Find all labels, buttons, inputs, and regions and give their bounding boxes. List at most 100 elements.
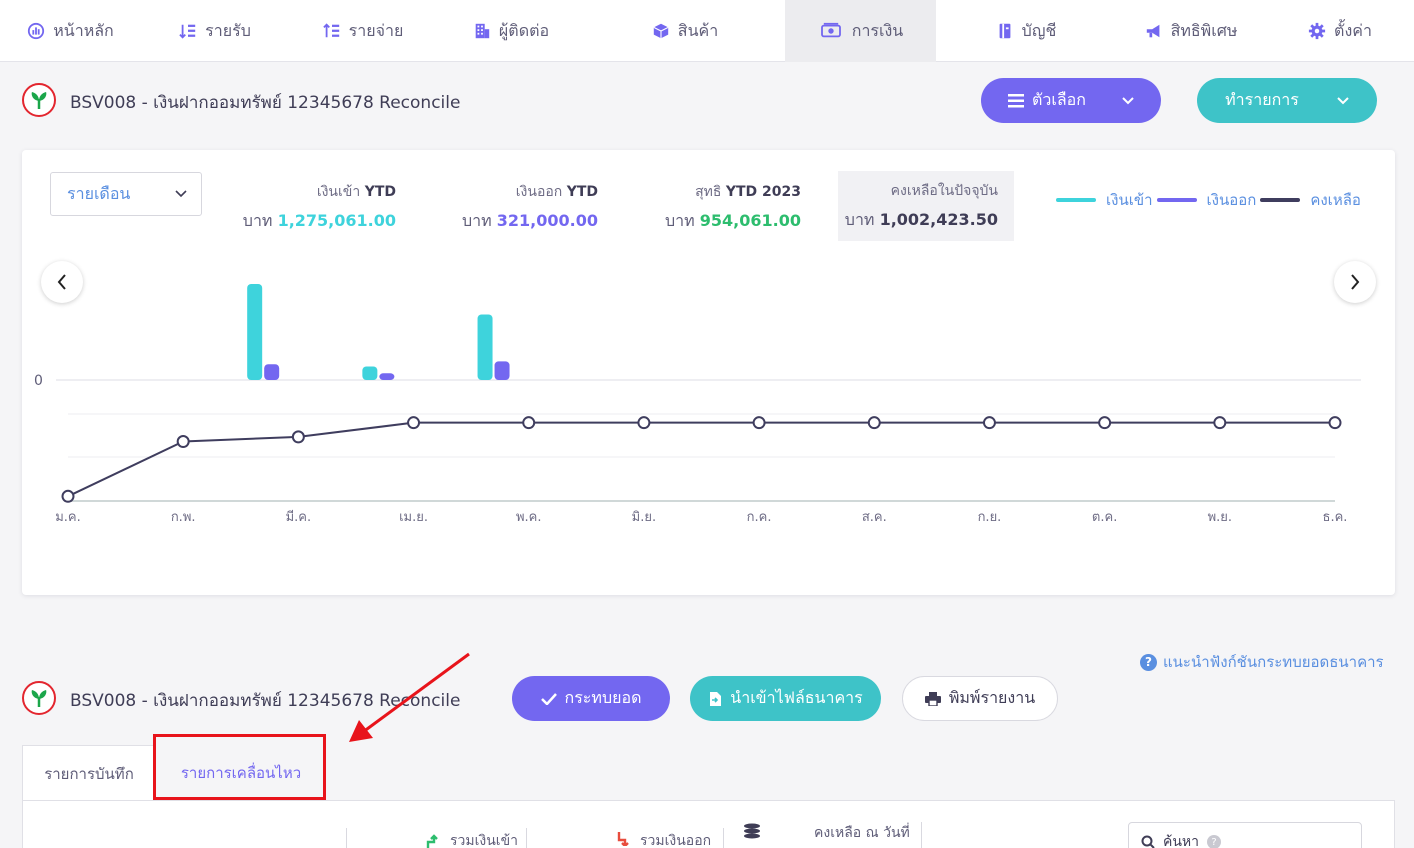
chart-prev-button[interactable]: [41, 261, 83, 303]
nav-label: ผู้ติดต่อ: [498, 20, 550, 40]
options-label: ตัวเลือก: [1032, 90, 1086, 109]
x-tick-label: ก.ค.: [747, 510, 772, 525]
top-navigation: หน้าหลัก รายรับ รายจ่าย ผู้ติดต่อ สินค้า…: [0, 0, 1414, 62]
kbank-leaf-icon: [31, 690, 47, 707]
megaphone-icon: [1146, 24, 1159, 38]
import-bank-file-button[interactable]: นำเข้าไฟล์ธนาคาร: [690, 676, 881, 721]
balance-point: [982, 416, 996, 430]
chart-next-button[interactable]: [1334, 261, 1376, 303]
x-tick-label: เม.ย.: [399, 510, 428, 525]
nav-item-products[interactable]: สินค้า: [585, 0, 785, 62]
chart-plot: 0 ม.ค. ก.พ. มี.ค. เม.ย. พ.ค. มิ.ย. ก.ค. ส.ค. ก.ย.…: [34, 284, 1361, 525]
total-expense-label: รวมเงินออก: [640, 833, 712, 848]
annotation-arrow: [349, 652, 470, 742]
income-list-icon: [179, 24, 196, 39]
actions-label: ทำรายการ: [1225, 90, 1299, 109]
nav-label: สินค้า: [677, 20, 719, 40]
dashboard-gauge-icon: [28, 22, 45, 40]
search-input[interactable]: ค้นหา ?: [1128, 822, 1362, 848]
balance-point: [1098, 416, 1112, 430]
divider: [346, 828, 347, 848]
x-tick-label: พ.ค.: [516, 510, 542, 525]
import-label: นำเข้าไฟล์ธนาคาร: [730, 688, 863, 707]
options-dropdown-button[interactable]: ตัวเลือก: [981, 78, 1161, 123]
bar-expense: [264, 364, 280, 380]
help-text: แนะนำฟังก์ชันกระทบยอดธนาคาร: [1163, 653, 1384, 671]
expense-arrow-icon: [617, 832, 629, 846]
ledger-icon: [999, 23, 1011, 39]
x-tick-label: ม.ค.: [55, 510, 81, 525]
bar-axis-label: 0: [34, 373, 43, 389]
balance-point: [867, 416, 881, 430]
search-icon: [1141, 835, 1155, 848]
balance-point: [61, 489, 75, 503]
nav-item-expense[interactable]: รายจ่าย: [289, 0, 437, 62]
box-icon: [653, 23, 669, 39]
balance-point: [637, 416, 651, 430]
nav-item-home[interactable]: หน้าหลัก: [0, 0, 141, 62]
print-label: พิมพ์รายงาน: [948, 688, 1036, 707]
print-report-button[interactable]: พิมพ์รายงาน: [902, 676, 1058, 721]
reconcile-match-button[interactable]: กระทบยอด: [512, 676, 670, 721]
kbank-leaf-icon: [31, 92, 47, 109]
file-import-icon: [710, 691, 722, 706]
divider: [723, 828, 724, 848]
total-income-label: รวมเงินเข้า: [450, 833, 519, 848]
balance-point: [407, 416, 421, 430]
divider: [526, 828, 527, 848]
nav-label: รายรับ: [205, 20, 251, 40]
bar-income: [477, 314, 493, 380]
x-tick-label: ต.ค.: [1092, 510, 1117, 525]
nav-label: การเงิน: [851, 20, 904, 40]
chevron-right-icon: [1351, 274, 1360, 290]
x-tick-label: ส.ค.: [862, 510, 887, 525]
x-tick-label: ก.ย.: [978, 510, 1002, 525]
bank-logo: [22, 83, 56, 117]
tab-recorded-entries[interactable]: รายการบันทึก: [22, 745, 156, 801]
printer-icon: [924, 691, 941, 706]
balance-line: [67, 421, 1335, 498]
question-circle-icon: ?: [1140, 653, 1157, 671]
money-icon: [820, 22, 841, 38]
gear-icon: [1308, 22, 1326, 40]
x-tick-label: ธ.ค.: [1323, 510, 1348, 525]
page-title: BSV008 - เงินฝากออมทรัพย์ 12345678 Recon…: [70, 93, 461, 113]
balance-point: [176, 435, 190, 449]
actions-dropdown-button[interactable]: ทำรายการ: [1197, 78, 1377, 123]
expense-list-icon: [322, 23, 339, 38]
nav-item-finance[interactable]: การเงิน: [785, 0, 936, 62]
annotation-highlight-box: [153, 734, 326, 800]
nav-label: ตั้งค่า: [1334, 20, 1372, 40]
menu-bars-icon: [1008, 93, 1025, 107]
match-label: กระทบยอด: [564, 688, 642, 707]
search-help-icon[interactable]: ?: [1207, 835, 1222, 848]
reconcile-help-link[interactable]: ? แนะนำฟังก์ชันกระทบยอดธนาคาร: [1140, 650, 1384, 674]
nav-label: หน้าหลัก: [53, 20, 114, 40]
bar-income: [247, 284, 263, 380]
balance-point: [1328, 416, 1342, 430]
check-icon: [540, 692, 557, 705]
coins-stack-icon: [744, 823, 760, 839]
x-tick-label: มิ.ย.: [632, 510, 656, 525]
nav-item-privileges[interactable]: สิทธิพิเศษ: [1116, 0, 1266, 62]
bank-logo: [22, 681, 56, 715]
bar-expense: [379, 373, 395, 380]
balance-point: [752, 416, 766, 430]
balance-point: [291, 430, 305, 444]
bar-income: [362, 366, 378, 380]
nav-item-accounting[interactable]: บัญชี: [936, 0, 1116, 62]
x-tick-label: มี.ค.: [286, 509, 312, 525]
income-arrow-icon: [426, 834, 438, 848]
chevron-down-icon: [1337, 96, 1349, 104]
summary-chart-card: รายเดือน เงินเข้า YTD บาท 1,275,061.00 เ…: [22, 150, 1395, 595]
balance-point: [1213, 416, 1227, 430]
nav-item-income[interactable]: รายรับ: [141, 0, 289, 62]
balance-point: [522, 416, 536, 430]
chevron-left-icon: [57, 274, 66, 290]
nav-item-settings[interactable]: ตั้งค่า: [1266, 0, 1414, 62]
nav-label: บัญชี: [1021, 20, 1057, 40]
nav-label: รายจ่าย: [348, 20, 404, 40]
balance-as-of-label: คงเหลือ ณ วันที่: [814, 825, 910, 841]
chevron-down-icon: [1122, 96, 1134, 104]
nav-item-contacts[interactable]: ผู้ติดต่อ: [437, 0, 585, 62]
